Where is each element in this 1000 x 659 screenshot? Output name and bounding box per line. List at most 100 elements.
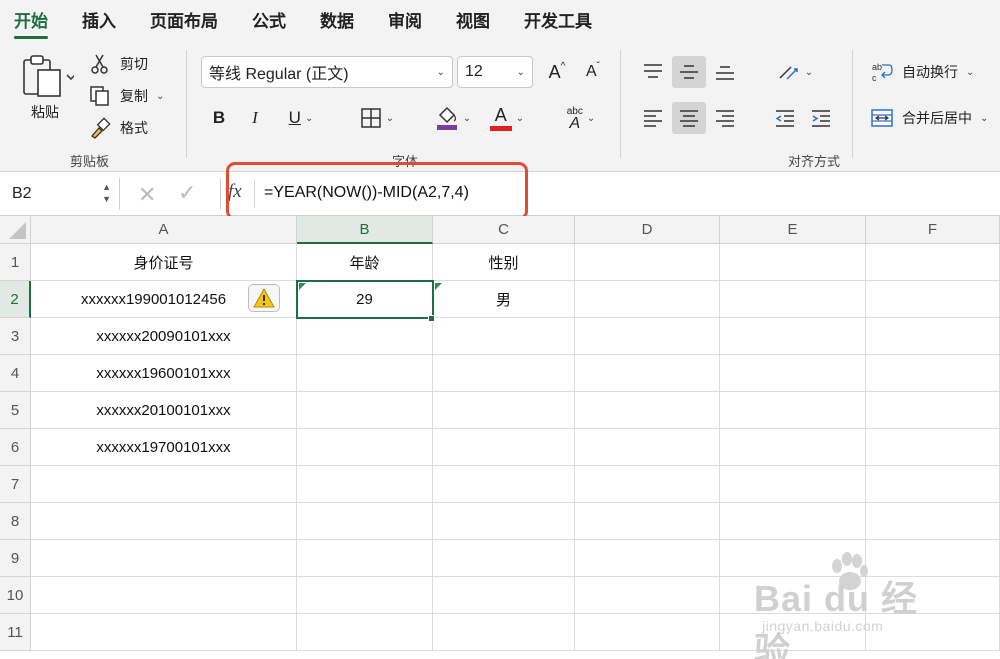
row-header-3[interactable]: 3 [0, 318, 31, 355]
row-header-7[interactable]: 7 [0, 466, 31, 503]
cell-c9[interactable] [433, 540, 575, 577]
cell-b4[interactable] [297, 355, 433, 392]
cell-a1[interactable]: 身价证号 [31, 244, 297, 281]
bold-button[interactable]: B [202, 102, 236, 134]
cell-f1[interactable] [866, 244, 1000, 281]
cell-d5[interactable] [575, 392, 720, 429]
column-header-d[interactable]: D [575, 216, 720, 244]
align-middle-button[interactable] [672, 56, 706, 88]
cell-e11[interactable] [720, 614, 866, 651]
tab-data[interactable]: 数据 [320, 0, 354, 44]
cell-f2[interactable] [866, 281, 1000, 318]
align-bottom-button[interactable] [708, 56, 742, 88]
phonetic-button[interactable]: abc A ⌄ [556, 102, 606, 134]
cell-d9[interactable] [575, 540, 720, 577]
fill-handle[interactable] [428, 315, 435, 322]
cell-d11[interactable] [575, 614, 720, 651]
underline-button[interactable]: U ⌄ [274, 102, 328, 134]
tab-view[interactable]: 视图 [456, 0, 490, 44]
cell-b11[interactable] [297, 614, 433, 651]
cut-button[interactable]: 剪切 [88, 52, 148, 76]
row-header-1[interactable]: 1 [0, 244, 31, 281]
cell-c11[interactable] [433, 614, 575, 651]
format-painter-button[interactable]: 格式 [88, 116, 148, 140]
cell-c7[interactable] [433, 466, 575, 503]
cell-f3[interactable] [866, 318, 1000, 355]
row-header-5[interactable]: 5 [0, 392, 31, 429]
cancel-icon[interactable]: ✕ [138, 182, 156, 208]
cell-d1[interactable] [575, 244, 720, 281]
tab-review[interactable]: 审阅 [388, 0, 422, 44]
cell-e3[interactable] [720, 318, 866, 355]
cell-a9[interactable] [31, 540, 297, 577]
cell-c8[interactable] [433, 503, 575, 540]
column-header-f[interactable]: F [866, 216, 1000, 244]
select-all-corner[interactable] [0, 216, 31, 244]
cell-e6[interactable] [720, 429, 866, 466]
font-color-button[interactable]: A ⌄ [482, 102, 532, 134]
cell-b1[interactable]: 年龄 [297, 244, 433, 281]
cell-d3[interactable] [575, 318, 720, 355]
cell-e8[interactable] [720, 503, 866, 540]
tab-insert[interactable]: 插入 [82, 0, 116, 44]
decrease-indent-button[interactable] [768, 102, 802, 134]
cell-d6[interactable] [575, 429, 720, 466]
cell-d10[interactable] [575, 577, 720, 614]
cell-b8[interactable] [297, 503, 433, 540]
tab-home[interactable]: 开始 [14, 0, 48, 44]
cell-b2[interactable]: 29 [297, 281, 433, 318]
cell-e4[interactable] [720, 355, 866, 392]
cell-f7[interactable] [866, 466, 1000, 503]
cell-b3[interactable] [297, 318, 433, 355]
cell-e9[interactable] [720, 540, 866, 577]
cell-c2[interactable]: 男 [433, 281, 575, 318]
cell-d7[interactable] [575, 466, 720, 503]
cell-b7[interactable] [297, 466, 433, 503]
copy-button[interactable]: 复制 ⌄ [88, 84, 164, 108]
cell-a5[interactable]: xxxxxx20100101xxx [31, 392, 297, 429]
tab-page-layout[interactable]: 页面布局 [150, 0, 218, 44]
cell-f5[interactable] [866, 392, 1000, 429]
align-top-button[interactable] [636, 56, 670, 88]
align-center-button[interactable] [672, 102, 706, 134]
cell-a8[interactable] [31, 503, 297, 540]
tab-developer[interactable]: 开发工具 [524, 0, 592, 44]
cell-c1[interactable]: 性别 [433, 244, 575, 281]
grow-font-button[interactable]: A ^ [540, 56, 574, 88]
font-name-select[interactable]: 等线 Regular (正文) ⌄ [201, 56, 453, 88]
row-header-11[interactable]: 11 [0, 614, 31, 651]
cell-a3[interactable]: xxxxxx20090101xxx [31, 318, 297, 355]
row-header-4[interactable]: 4 [0, 355, 31, 392]
italic-button[interactable]: I [238, 102, 272, 134]
wrap-text-button[interactable]: ab c 自动换行 ⌄ [870, 60, 974, 84]
row-header-9[interactable]: 9 [0, 540, 31, 577]
cell-b5[interactable] [297, 392, 433, 429]
paste-button[interactable]: 粘贴 [18, 54, 74, 122]
name-box[interactable]: B2 ▲ ▼ [0, 178, 120, 210]
align-left-button[interactable] [636, 102, 670, 134]
cell-f11[interactable] [866, 614, 1000, 651]
cell-a6[interactable]: xxxxxx19700101xxx [31, 429, 297, 466]
cell-b10[interactable] [297, 577, 433, 614]
fill-color-button[interactable]: ⌄ [428, 102, 478, 134]
column-header-c[interactable]: C [433, 216, 575, 244]
tab-formulas[interactable]: 公式 [252, 0, 286, 44]
cell-a4[interactable]: xxxxxx19600101xxx [31, 355, 297, 392]
cell-e5[interactable] [720, 392, 866, 429]
cell-e10[interactable] [720, 577, 866, 614]
font-size-select[interactable]: 12 ⌄ [457, 56, 533, 88]
cell-c10[interactable] [433, 577, 575, 614]
error-warning-button[interactable] [248, 284, 280, 312]
cell-d2[interactable] [575, 281, 720, 318]
cell-e7[interactable] [720, 466, 866, 503]
borders-button[interactable]: ⌄ [350, 102, 404, 134]
cell-f9[interactable] [866, 540, 1000, 577]
function-icon[interactable]: fx [228, 181, 242, 203]
cell-c6[interactable] [433, 429, 575, 466]
cell-d8[interactable] [575, 503, 720, 540]
cell-e1[interactable] [720, 244, 866, 281]
align-right-button[interactable] [708, 102, 742, 134]
increase-indent-button[interactable] [804, 102, 838, 134]
confirm-icon[interactable]: ✓ [178, 180, 196, 206]
row-header-8[interactable]: 8 [0, 503, 31, 540]
